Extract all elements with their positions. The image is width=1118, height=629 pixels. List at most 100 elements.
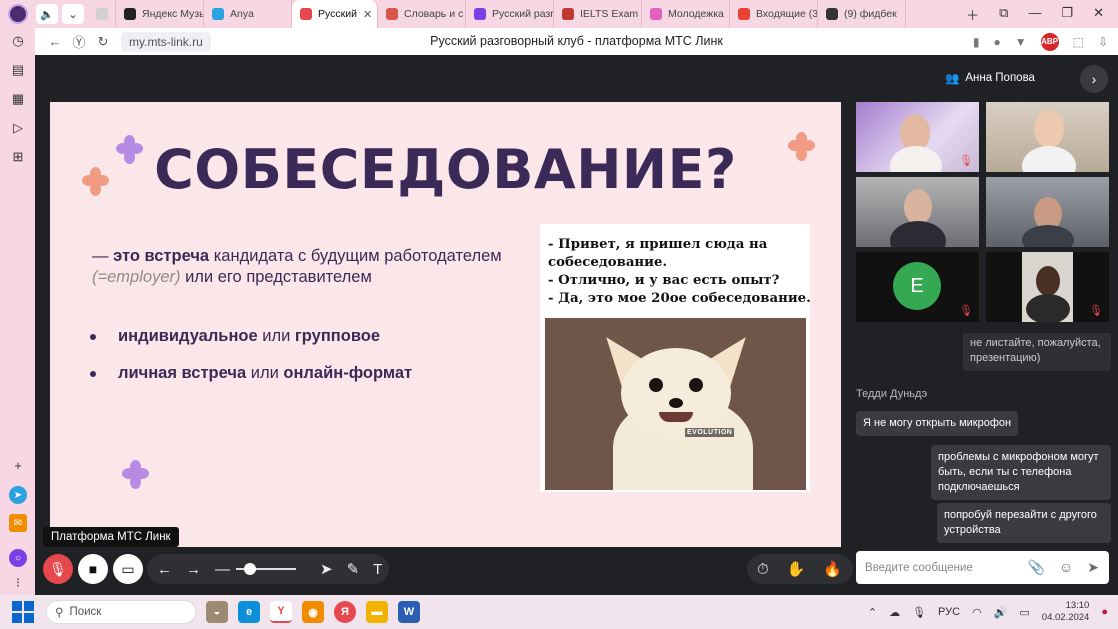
windows-start-icon[interactable] (12, 601, 34, 623)
browser-tab[interactable] (88, 0, 116, 28)
slide-definition: — это встреча кандидата с будущим работо… (92, 247, 502, 286)
participant-video[interactable]: 🎙 (856, 102, 979, 172)
close-tab-icon[interactable]: ✕ (363, 8, 372, 21)
alice-icon[interactable]: ○ (9, 549, 27, 567)
address-bar: ← Ⓨ ↻ my.mts-link.ru Русский разговорный… (35, 28, 1118, 55)
adblock-icon[interactable]: ABP (1040, 32, 1059, 51)
minimize-icon[interactable]: — (1028, 5, 1041, 24)
camera-icon[interactable]: ▮ (973, 35, 980, 49)
screen-share-button[interactable]: ▭ (113, 554, 143, 584)
collapse-panel-button[interactable]: › (1080, 65, 1108, 93)
mic-icon[interactable]: ● (993, 35, 1000, 49)
more-icon[interactable]: ⁝ (9, 574, 27, 592)
mic-off-button[interactable]: 🎙 (43, 554, 73, 584)
browser-tab[interactable]: Русский разг (466, 0, 554, 28)
participant-video[interactable] (986, 102, 1109, 172)
edge-icon[interactable]: e (238, 601, 260, 623)
current-user[interactable]: 👥 Анна Попова (945, 71, 1035, 85)
apps-icon[interactable]: ⊞ (9, 148, 27, 166)
mail-icon[interactable]: ✉ (9, 514, 27, 532)
reaction-icon[interactable]: 🔥 (823, 560, 842, 578)
participant-video[interactable]: 🎙 (986, 252, 1109, 322)
browser-tab-bar: 🔈 ⌄ Яндекс Музы Anya Русский ✕ Словарь и с Ру… (0, 0, 1118, 28)
users-icon: 👥 (945, 73, 960, 85)
yandex-browser-icon[interactable]: Y (270, 601, 292, 623)
camera-button[interactable]: ■ (78, 554, 108, 584)
next-slide-button[interactable]: → (186, 561, 201, 578)
raise-hand-icon[interactable]: ✋ (787, 560, 806, 578)
volume-icon[interactable]: 🔊 (994, 606, 1008, 619)
close-icon[interactable]: ✕ (1093, 5, 1104, 24)
favicon-icon (738, 8, 750, 20)
send-icon[interactable]: ➤ (1087, 559, 1099, 576)
tooltip: Платформа МТС Линк (43, 527, 179, 547)
taskbar: ⚲ Поиск ◒ e Y ◉ Я ▬ W ⌃ ☁ 🎙 РУС ◠ 🔊 ▭ 13… (0, 595, 1118, 629)
yandex-icon[interactable]: Я (334, 601, 356, 623)
back-icon[interactable]: ← (43, 34, 67, 49)
zoom-slider[interactable] (236, 563, 296, 575)
weather-icon[interactable]: ◒ (206, 601, 228, 623)
participant-video[interactable] (856, 177, 979, 247)
browser-tab[interactable]: Яндекс Музы (116, 0, 204, 28)
yandex-icon[interactable]: Ⓨ (67, 32, 91, 51)
attach-icon[interactable]: 📎 (1028, 559, 1045, 576)
pen-tool[interactable]: ✎ (347, 560, 360, 578)
browser-tab[interactable]: Входящие (3 (730, 0, 818, 28)
restore-icon[interactable]: ❐ (1061, 5, 1073, 24)
bookmark-icon[interactable]: ▼ (1015, 35, 1027, 49)
participant-video[interactable] (986, 177, 1109, 247)
new-tab-icon[interactable]: ＋ (966, 5, 979, 24)
browser-tab[interactable]: Молодежка (642, 0, 730, 28)
taskbar-search[interactable]: ⚲ Поиск (46, 600, 196, 624)
zoom-out-icon[interactable]: — (215, 561, 230, 578)
telegram-icon[interactable]: ➤ (9, 486, 27, 504)
word-icon[interactable]: W (398, 601, 420, 623)
clock[interactable]: 13:10 04.02.2024 (1042, 600, 1090, 624)
pointer-tool[interactable]: ➤ (320, 560, 333, 578)
notification-icon[interactable]: ● (1101, 606, 1108, 618)
browser-tab[interactable]: Словарь и с (378, 0, 466, 28)
wifi-icon[interactable]: ◠ (972, 606, 982, 619)
downloads-icon[interactable]: ⇩ (1098, 35, 1108, 49)
add-icon[interactable]: + (9, 456, 27, 474)
calendar-icon[interactable]: ▦ (9, 90, 27, 108)
battery-icon[interactable]: ▭ (1019, 606, 1029, 619)
language-indicator[interactable]: РУС (938, 606, 960, 618)
chat-panel: не листайте, пожалуйста, презентацию) Те… (856, 333, 1118, 543)
chat-message-input[interactable] (865, 561, 1025, 574)
prev-slide-button[interactable]: ← (157, 561, 172, 578)
mic-muted-icon: 🎙 (959, 305, 973, 317)
presentation-slide: СОБЕСЕДОВАНИЕ? — это встреча кандидата с… (50, 102, 841, 547)
play-icon[interactable]: ▷ (9, 119, 27, 137)
reload-icon[interactable]: ↻ (91, 34, 115, 50)
extensions-icon[interactable]: ⬚ (1073, 35, 1084, 49)
tab-label: Anya (230, 8, 254, 20)
url-field[interactable]: my.mts-link.ru (121, 31, 211, 52)
cloud-icon[interactable]: ☁ (889, 606, 900, 619)
chevron-down-icon[interactable]: ⌄ (62, 4, 84, 24)
profile-button[interactable] (0, 0, 36, 28)
history-icon[interactable]: ◷ (9, 32, 27, 50)
favicon-icon (386, 8, 398, 20)
participant-video[interactable]: E 🎙 (856, 252, 979, 322)
meme-image: - Привет, я пришел сюда на собеседование… (540, 224, 811, 492)
app-icon[interactable]: ◉ (302, 601, 324, 623)
timer-icon[interactable]: ⏱ (757, 561, 769, 578)
mic-icon[interactable]: 🎙 (912, 606, 926, 619)
browser-tab[interactable]: Русский ✕ (292, 0, 378, 28)
browser-tab[interactable]: Anya (204, 0, 292, 28)
collections-icon[interactable]: ⧉ (999, 5, 1008, 24)
browser-tab[interactable]: (9) фидбек (818, 0, 906, 28)
mic-muted-icon: 🎙 (1089, 305, 1103, 317)
slide-bullet: индивидуальное или групповое (90, 327, 380, 346)
avatar: E (893, 262, 941, 310)
emoji-icon[interactable]: ☺ (1059, 559, 1073, 576)
conference-app: СОБЕСЕДОВАНИЕ? — это встреча кандидата с… (35, 55, 1118, 595)
mute-icon[interactable]: 🔈 (36, 4, 58, 24)
browser-tab[interactable]: IELTS Exam - (554, 0, 642, 28)
folder-icon[interactable]: ▬ (366, 601, 388, 623)
tab-label: Русский разг (492, 8, 554, 20)
chevron-up-icon[interactable]: ⌃ (868, 606, 877, 619)
collections-icon[interactable]: ▤ (9, 61, 27, 79)
text-tool[interactable]: T (373, 561, 382, 578)
